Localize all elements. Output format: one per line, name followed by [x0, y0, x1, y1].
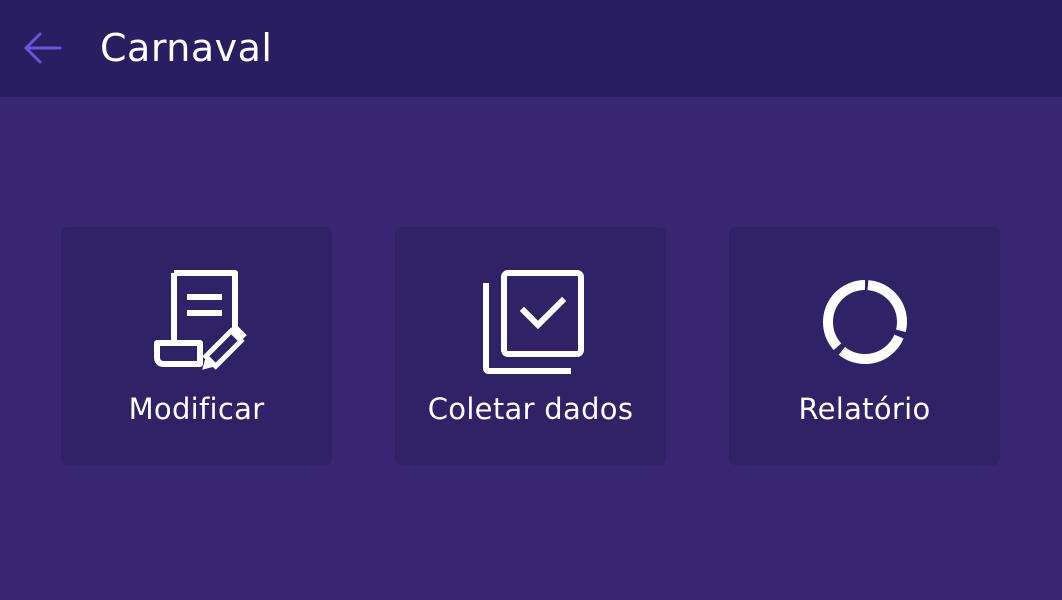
document-edit-icon: [61, 267, 332, 377]
top-app-bar: Carnaval: [0, 0, 1062, 97]
arrow-left-icon: [24, 32, 62, 64]
report-card-button[interactable]: Relatório: [729, 227, 1000, 465]
page-title: Carnaval: [100, 26, 273, 70]
collect-data-card-button[interactable]: Coletar dados: [395, 227, 666, 465]
card-label: Modificar: [128, 392, 265, 426]
back-button[interactable]: [20, 26, 64, 70]
card-label: Coletar dados: [427, 392, 634, 426]
checkbox-stack-icon: [395, 267, 666, 377]
card-label: Relatório: [798, 392, 931, 426]
ring-chart-icon: [729, 267, 1000, 377]
app-screen: Carnaval Modificar Coletar dados Relatór…: [0, 0, 1062, 600]
modify-card-button[interactable]: Modificar: [61, 227, 332, 465]
